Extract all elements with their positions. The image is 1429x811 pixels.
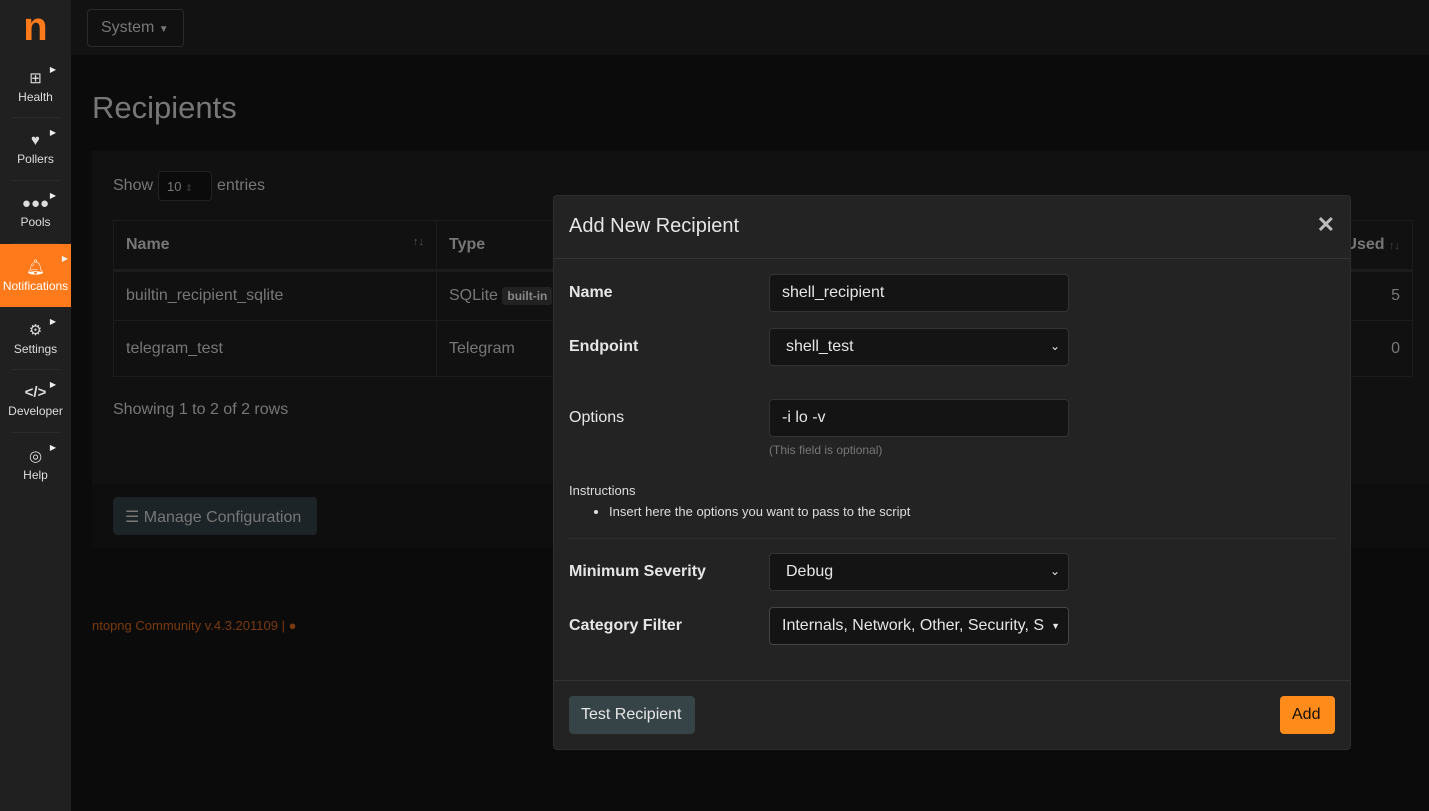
sidebar-item-pools[interactable]: ●●● Pools ▶ bbox=[12, 181, 59, 244]
laptop-medical-icon: ⊞ bbox=[29, 69, 42, 87]
page-title: Recipients bbox=[92, 90, 237, 125]
category-value: Internals, Network, Other, Security, S bbox=[782, 617, 1045, 634]
options-hint: (This field is optional) bbox=[769, 443, 883, 457]
sidebar-item-pollers[interactable]: ♥ Pollers ▶ bbox=[12, 118, 59, 181]
sidebar-item-label: Pollers bbox=[17, 152, 54, 166]
builtin-badge: built-in bbox=[502, 287, 553, 305]
severity-select[interactable]: Debug ⌄ bbox=[769, 553, 1069, 591]
sidebar-item-label: Developer bbox=[8, 404, 63, 418]
system-dropdown[interactable]: System ▼ bbox=[87, 9, 184, 47]
caret-right-icon: ▶ bbox=[49, 380, 56, 389]
endpoint-value: shell_test bbox=[786, 338, 854, 355]
add-recipient-modal: Add New Recipient ✕ Name shell_recipient … bbox=[553, 195, 1351, 750]
close-icon[interactable]: ✕ bbox=[1317, 212, 1335, 238]
type-text: SQLite bbox=[449, 287, 498, 304]
instructions: Instructions Insert here the options you … bbox=[569, 483, 910, 519]
life-ring-icon: ◎ bbox=[28, 448, 43, 465]
version-text: ntopng Community v.4.3.201109 | bbox=[92, 618, 285, 633]
modal-footer-divider bbox=[554, 680, 1350, 681]
endpoint-label: Endpoint bbox=[569, 338, 639, 355]
tasks-icon: ☰ bbox=[125, 509, 140, 526]
page-length-control: Show 10 ⇕ entries bbox=[113, 171, 265, 201]
severity-value: Debug bbox=[786, 563, 834, 580]
caret-right-icon: ▶ bbox=[49, 191, 56, 200]
table-info: Showing 1 to 2 of 2 rows bbox=[113, 401, 289, 418]
system-label: System bbox=[101, 19, 155, 36]
divider bbox=[569, 538, 1335, 539]
name-input[interactable]: shell_recipient bbox=[769, 274, 1069, 312]
sidebar-item-health[interactable]: ⊞ Health ▶ bbox=[12, 55, 59, 118]
caret-right-icon: ▶ bbox=[49, 128, 56, 137]
sort-icon: ⇕ bbox=[185, 183, 193, 193]
topbar: System ▼ bbox=[71, 0, 1429, 55]
sort-icon: ↑↓ bbox=[1389, 240, 1400, 252]
sidebar-item-settings[interactable]: ⚙ Settings ▶ bbox=[12, 307, 59, 370]
caret-right-icon: ▶ bbox=[49, 317, 56, 326]
sidebar-item-label: Health bbox=[18, 89, 53, 104]
manage-configuration-button[interactable]: ☰ Manage Configuration bbox=[113, 497, 317, 535]
header-label: Name bbox=[126, 236, 170, 253]
bell-icon: 🔔︎ bbox=[25, 259, 46, 276]
sort-icon: ↑↓ bbox=[413, 236, 424, 248]
entries-label: entries bbox=[217, 177, 266, 194]
options-input[interactable]: -i lo -v bbox=[769, 399, 1069, 437]
code-icon: </> bbox=[24, 384, 47, 401]
column-header-name[interactable]: Name ↑↓ bbox=[113, 220, 437, 272]
show-label: Show bbox=[113, 177, 154, 194]
instruction-item: Insert here the options you want to pass… bbox=[609, 504, 910, 519]
entries-select[interactable]: 10 ⇕ bbox=[158, 171, 213, 201]
category-filter-select[interactable]: Internals, Network, Other, Security, S ▼ bbox=[769, 607, 1069, 645]
modal-header: Add New Recipient ✕ bbox=[554, 196, 1350, 259]
footer: ntopng Community v.4.3.201109 | ● bbox=[92, 618, 296, 633]
modal-title: Add New Recipient bbox=[569, 215, 740, 237]
cell-name: builtin_recipient_sqlite bbox=[113, 270, 437, 321]
entries-value: 10 bbox=[167, 179, 182, 194]
sidebar-item-notifications[interactable]: 🔔︎ Notifications ▶ bbox=[0, 244, 71, 307]
sidebar-item-label: Settings bbox=[13, 341, 58, 356]
chevron-down-icon: ⌄ bbox=[1049, 564, 1060, 578]
caret-right-icon: ▶ bbox=[61, 254, 68, 263]
options-label: Options bbox=[569, 409, 625, 426]
instructions-title: Instructions bbox=[569, 483, 636, 498]
test-recipient-button[interactable]: Test Recipient bbox=[569, 696, 695, 734]
caret-right-icon: ▶ bbox=[49, 443, 56, 452]
sidebar-item-label: Notifications bbox=[2, 279, 69, 293]
manage-label: Manage Configuration bbox=[143, 509, 302, 526]
category-label: Category Filter bbox=[569, 617, 682, 634]
severity-label: Minimum Severity bbox=[569, 563, 706, 580]
header-label: Type bbox=[449, 236, 486, 253]
github-icon[interactable]: ● bbox=[289, 618, 297, 633]
cell-name: telegram_test bbox=[113, 320, 437, 377]
sidebar-item-help[interactable]: ◎ Help ▶ bbox=[12, 433, 59, 496]
chevron-down-icon: ⌄ bbox=[1049, 339, 1060, 353]
sidebar-item-label: Pools bbox=[20, 215, 51, 229]
users-icon: ●●● bbox=[21, 195, 50, 212]
sidebar-item-developer[interactable]: </> Developer ▶ bbox=[8, 370, 63, 433]
add-button[interactable]: Add bbox=[1280, 696, 1335, 734]
heartbeat-icon: ♥ bbox=[31, 132, 40, 149]
sidebar-item-label: Help bbox=[23, 468, 48, 482]
ntopng-logo[interactable]: n bbox=[0, 0, 71, 55]
name-label: Name bbox=[569, 284, 613, 301]
caret-down-icon: ▼ bbox=[158, 24, 169, 35]
caret-down-icon: ▼ bbox=[1051, 621, 1060, 631]
endpoint-select[interactable]: shell_test ⌄ bbox=[769, 328, 1069, 366]
gear-icon: ⚙ bbox=[28, 321, 43, 339]
sidebar: n ⊞ Health ▶ ♥ Pollers ▶ ●●● Pools ▶ 🔔︎ Notific… bbox=[0, 0, 71, 811]
caret-right-icon: ▶ bbox=[49, 65, 56, 74]
